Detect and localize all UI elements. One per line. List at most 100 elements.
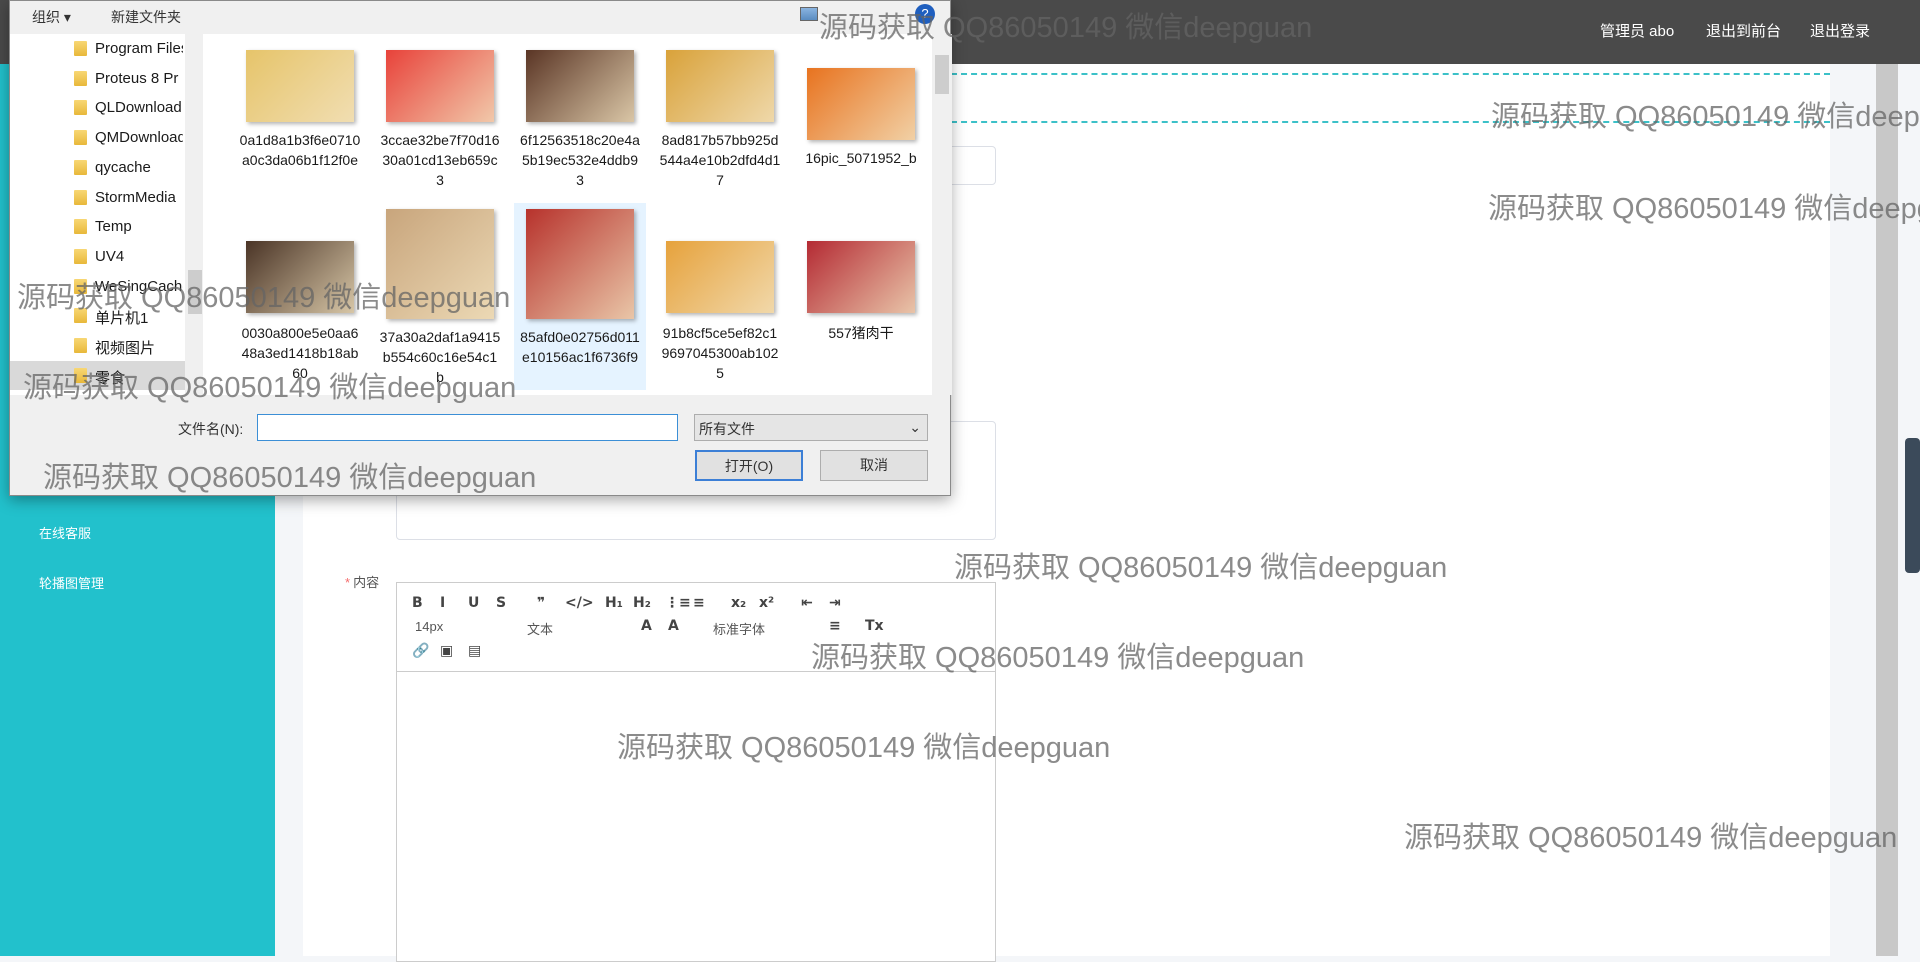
nav-item-label: StormMedia: [95, 188, 176, 206]
bold-button[interactable]: B: [412, 595, 423, 611]
nav-item-label: 视频图片: [95, 340, 156, 357]
chevron-down-icon: ⌄: [909, 419, 921, 435]
file-thumbnail: [386, 50, 494, 122]
file-name: 37a30a2daf1a9415b554c60c16e54c1b: [379, 329, 501, 385]
file-thumbnail: [526, 50, 634, 122]
file-item[interactable]: 0030a800e5e0aa648a3ed1418b18ab60: [234, 203, 366, 390]
new-folder-button[interactable]: 新建文件夹: [111, 7, 181, 27]
sidebar-item-carousel[interactable]: 轮播图管理: [39, 573, 104, 592]
nav-scrollbar[interactable]: [185, 34, 203, 395]
file-scrollbar[interactable]: [932, 34, 952, 395]
ul-button[interactable]: ≡: [693, 595, 705, 611]
help-icon[interactable]: ?: [915, 4, 935, 24]
view-icon[interactable]: [800, 7, 818, 21]
file-name: 91b8cf5ce5ef82c19697045300ab1025: [661, 325, 779, 381]
nav-item[interactable]: Proteus 8 Pr: [10, 64, 185, 93]
paragraph-select[interactable]: 文本: [527, 619, 553, 638]
required-mark: *: [345, 575, 351, 590]
file-thumbnail: [666, 241, 774, 313]
font-size-select[interactable]: 14px: [415, 619, 443, 634]
folder-icon: [74, 41, 87, 56]
sup-button[interactable]: x²: [759, 595, 774, 611]
file-item[interactable]: 91b8cf5ce5ef82c19697045300ab1025: [654, 203, 786, 390]
video-icon[interactable]: ▤: [468, 643, 481, 659]
sidebar-item-online-service[interactable]: 在线客服: [39, 523, 91, 542]
nav-item-label: 零食: [95, 369, 126, 387]
folder-icon: [74, 130, 87, 146]
color-button[interactable]: A: [641, 618, 652, 634]
image-icon[interactable]: ▣: [440, 643, 453, 659]
filename-input[interactable]: [257, 414, 678, 441]
file-name: 8ad817b57bb925d544a4e10b2dfd4d17: [659, 132, 781, 188]
file-thumbnail: [246, 241, 354, 313]
nav-item-label: Temp: [95, 218, 132, 236]
page-scrollbar[interactable]: [1876, 64, 1898, 956]
underline-button[interactable]: U: [468, 595, 479, 611]
nav-item-label: qycache: [95, 158, 151, 176]
sub-button[interactable]: x₂: [731, 595, 746, 611]
file-item[interactable]: 557猪肉干: [795, 203, 927, 390]
nav-item-label: 单片机1: [95, 310, 149, 328]
indent-button[interactable]: ⇥: [829, 595, 841, 611]
nav-item[interactable]: Temp: [10, 212, 185, 241]
file-thumbnail: [246, 50, 354, 122]
code-button[interactable]: </>: [565, 595, 594, 611]
quote-button[interactable]: ❞: [537, 595, 545, 611]
nav-item-label: QMDownload: [95, 129, 183, 147]
file-item[interactable]: 37a30a2daf1a9415b554c60c16e54c1b: [374, 203, 506, 390]
folder-icon: [74, 308, 87, 324]
nav-item[interactable]: WeSingCache: [10, 272, 185, 301]
file-open-dialog: 组织 ▾ 新建文件夹 ? Program Files Proteus 8 Pr QL…: [9, 0, 952, 496]
nav-item[interactable]: 单片机1: [10, 301, 185, 330]
nav-item-label: WeSingCache: [95, 277, 183, 295]
nav-item[interactable]: 零食: [10, 360, 185, 390]
nav-item[interactable]: UV4: [10, 242, 185, 271]
divider: [951, 73, 1830, 75]
nav-item[interactable]: StormMedia: [10, 183, 185, 212]
file-thumbnail: [807, 241, 915, 313]
file-item[interactable]: 85afd0e02756d011e10156ac1f6736f9: [514, 203, 646, 390]
content-label-text: 内容: [353, 575, 380, 590]
nav-item[interactable]: qycache: [10, 153, 185, 182]
divider: [951, 121, 1830, 123]
editor-body[interactable]: [397, 672, 995, 962]
cancel-button[interactable]: 取消: [820, 450, 928, 481]
file-name: 6f12563518c20e4a5b19ec532e4ddb93: [520, 132, 640, 188]
file-thumbnail: [386, 209, 494, 319]
file-type-select[interactable]: 所有文件 ⌄: [694, 414, 928, 441]
link-icon[interactable]: 🔗: [412, 643, 429, 659]
file-type-value: 所有文件: [699, 421, 755, 437]
nav-item[interactable]: QMDownload: [10, 123, 185, 152]
nav-item[interactable]: Program Files: [10, 34, 185, 63]
align-button[interactable]: ≡: [829, 618, 841, 634]
navigation-pane: Program Files Proteus 8 Pr QLDownload QMDow…: [10, 34, 203, 395]
italic-button[interactable]: I: [440, 595, 445, 611]
file-name: 16pic_5071952_b: [805, 150, 917, 166]
nav-item[interactable]: 视频图片: [10, 331, 185, 360]
editor-toolbar: B I U S ❞ </> H₁ H₂ ⋮≡ ≡ x₂ x² ⇤ ⇥ 14px 文本 标准字体 A A ≡ Tx 🔗 ▣ ▤: [397, 583, 995, 672]
folder-icon: [74, 367, 87, 383]
nav-item[interactable]: QLDownload: [10, 93, 185, 122]
strike-button[interactable]: S: [496, 595, 506, 611]
floating-widget[interactable]: [1905, 438, 1920, 573]
font-family-select[interactable]: 标准字体: [713, 619, 765, 638]
file-name: 3ccae32be7f70d1630a01cd13eb659c3: [380, 132, 500, 188]
h2-button[interactable]: H₂: [633, 595, 651, 611]
clean-button[interactable]: Tx: [865, 618, 884, 634]
organize-menu[interactable]: 组织 ▾: [32, 7, 71, 27]
folder-icon: [74, 338, 87, 353]
file-name: 0a1d8a1b3f6e0710a0c3da06b1f12f0e: [239, 132, 361, 168]
admin-user-link[interactable]: 管理员 abo: [1600, 20, 1674, 41]
bg-button[interactable]: A: [668, 618, 679, 634]
folder-icon: [74, 70, 87, 86]
content-label: * 内容: [345, 572, 379, 591]
nav-item-label: QLDownload: [95, 99, 182, 117]
logout-link[interactable]: 退出登录: [1810, 20, 1870, 41]
open-button[interactable]: 打开(O): [695, 450, 803, 481]
file-thumbnail: [807, 68, 915, 140]
back-to-front-link[interactable]: 退出到前台: [1706, 20, 1781, 41]
h1-button[interactable]: H₁: [605, 595, 623, 611]
ol-button[interactable]: ⋮≡: [665, 595, 691, 611]
folder-icon: [74, 159, 87, 175]
outdent-button[interactable]: ⇤: [801, 595, 813, 611]
